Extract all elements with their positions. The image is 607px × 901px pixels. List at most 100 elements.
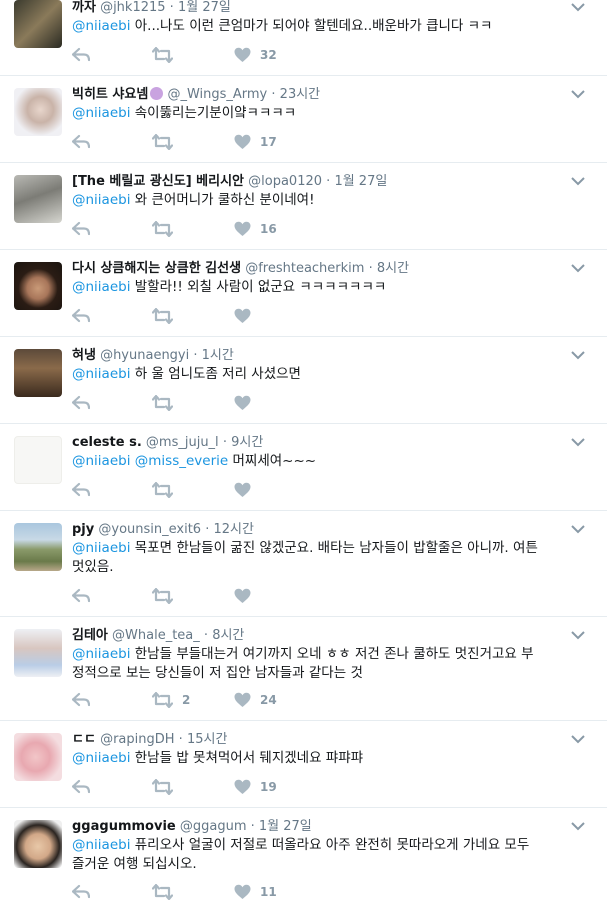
like-button[interactable]: 16 (234, 220, 277, 238)
timestamp[interactable]: 1시간 (202, 348, 234, 363)
mention-link[interactable]: @niiaebi (72, 366, 130, 382)
timestamp[interactable]: 1월 27일 (334, 174, 387, 189)
mention-link[interactable]: @niiaebi (72, 105, 130, 121)
chevron-down-icon[interactable] (571, 350, 585, 360)
avatar[interactable] (14, 733, 62, 781)
mention-link[interactable]: @niiaebi (72, 540, 130, 556)
display-name[interactable]: pjy (72, 522, 94, 537)
user-handle[interactable]: @freshteacherkim (245, 261, 364, 276)
timestamp[interactable]: 8시간 (212, 628, 244, 643)
user-handle[interactable]: @lopa0120 (248, 174, 322, 189)
chevron-down-icon[interactable] (571, 176, 585, 186)
retweet-button[interactable] (152, 394, 182, 412)
tweet[interactable]: ggagummovie @ggagum · 1월 27일 @niiaebi 퓨리… (0, 808, 607, 901)
reply-button[interactable] (72, 394, 90, 412)
timestamp[interactable]: 9시간 (231, 435, 263, 450)
reply-button[interactable] (72, 691, 90, 709)
tweet[interactable]: [The 베릴교 광신도] 베리시안 @lopa0120 · 1월 27일 @n… (0, 163, 607, 250)
retweet-button[interactable] (152, 46, 182, 64)
reply-button[interactable] (72, 133, 90, 151)
tweet[interactable]: celeste s. @ms_juju_l · 9시간 @niiaebi @mi… (0, 424, 607, 511)
user-handle[interactable]: @ggagum (180, 819, 247, 834)
display-name[interactable]: 혀냉 (72, 348, 96, 363)
user-handle[interactable]: @younsin_exit6 (98, 522, 201, 537)
user-handle[interactable]: @ms_juju_l (146, 435, 219, 450)
avatar[interactable] (14, 88, 62, 136)
chevron-down-icon[interactable] (571, 2, 585, 12)
retweet-button[interactable] (152, 133, 182, 151)
like-button[interactable] (234, 481, 260, 499)
display-name[interactable]: 빅히트 샤요넴 (72, 87, 148, 102)
timestamp[interactable]: 15시간 (187, 732, 227, 747)
chevron-down-icon[interactable] (571, 734, 585, 744)
mention-link[interactable]: @niiaebi (72, 192, 130, 208)
mention-link[interactable]: @niiaebi (72, 837, 130, 853)
timestamp[interactable]: 12시간 (214, 522, 254, 537)
timestamp[interactable]: 1월 27일 (178, 0, 231, 15)
avatar[interactable] (14, 175, 62, 223)
tweet[interactable]: 김테아 @Whale_tea_ · 8시간 @niiaebi 한남들 부들대는거… (0, 617, 607, 721)
retweet-button[interactable] (152, 778, 182, 796)
like-button[interactable] (234, 307, 260, 325)
reply-button[interactable] (72, 587, 90, 605)
like-button[interactable]: 32 (234, 46, 277, 64)
display-name[interactable]: 김테아 (72, 628, 108, 643)
mention-link[interactable]: @niiaebi (72, 18, 130, 34)
timestamp[interactable]: 1월 27일 (259, 819, 312, 834)
retweet-button[interactable] (152, 220, 182, 238)
reply-button[interactable] (72, 778, 90, 796)
mention-link[interactable]: @niiaebi (72, 646, 130, 662)
chevron-down-icon[interactable] (571, 89, 585, 99)
mention-link[interactable]: @niiaebi (72, 453, 130, 469)
display-name[interactable]: celeste s. (72, 435, 142, 450)
like-button[interactable]: 24 (234, 691, 277, 709)
tweet[interactable]: 다시 상큼해지는 상큼한 김선생 @freshteacherkim · 8시간 … (0, 250, 607, 337)
like-button[interactable]: 19 (234, 778, 277, 796)
timestamp[interactable]: 8시간 (377, 261, 409, 276)
tweet[interactable]: ㄷㄷ @rapingDH · 15시간 @niiaebi 한남들 밥 못쳐먹어서… (0, 721, 607, 808)
display-name[interactable]: 까자 (72, 0, 96, 15)
retweet-button[interactable]: 2 (152, 691, 190, 709)
mention-link[interactable]: @niiaebi (72, 750, 130, 766)
reply-button[interactable] (72, 307, 90, 325)
like-button[interactable]: 11 (234, 883, 277, 901)
retweet-button[interactable] (152, 481, 182, 499)
chevron-down-icon[interactable] (571, 263, 585, 273)
retweet-button[interactable] (152, 883, 182, 901)
reply-button[interactable] (72, 46, 90, 64)
mention-link[interactable]: @miss_everie (135, 453, 228, 469)
avatar[interactable] (14, 349, 62, 397)
chevron-down-icon[interactable] (571, 821, 585, 831)
display-name[interactable]: ㄷㄷ (72, 732, 96, 747)
chevron-down-icon[interactable] (571, 630, 585, 640)
display-name[interactable]: [The 베릴교 광신도] 베리시안 (72, 174, 244, 189)
like-button[interactable] (234, 394, 260, 412)
user-handle[interactable]: @rapingDH (100, 732, 174, 747)
retweet-button[interactable] (152, 587, 182, 605)
mention-link[interactable]: @niiaebi (72, 279, 130, 295)
timestamp[interactable]: 23시간 (280, 87, 320, 102)
display-name[interactable]: ggagummovie (72, 819, 176, 834)
avatar[interactable] (14, 0, 62, 48)
user-handle[interactable]: @jhk1215 (100, 0, 165, 15)
reply-button[interactable] (72, 883, 90, 901)
chevron-down-icon[interactable] (571, 524, 585, 534)
chevron-down-icon[interactable] (571, 437, 585, 447)
user-handle[interactable]: @Whale_tea_ (112, 628, 200, 643)
reply-button[interactable] (72, 481, 90, 499)
reply-button[interactable] (72, 220, 90, 238)
avatar[interactable] (14, 629, 62, 677)
user-handle[interactable]: @_Wings_Army (167, 87, 267, 102)
avatar[interactable] (14, 436, 62, 484)
avatar[interactable] (14, 262, 62, 310)
avatar[interactable] (14, 523, 62, 571)
avatar[interactable] (14, 820, 62, 868)
tweet[interactable]: 혀냉 @hyunaengyi · 1시간 @niiaebi 하 울 엄니도좀 저… (0, 337, 607, 424)
tweet[interactable]: pjy @younsin_exit6 · 12시간 @niiaebi 목포면 한… (0, 511, 607, 617)
tweet[interactable]: 까자 @jhk1215 · 1월 27일 @niiaebi 아...나도 이런 … (0, 0, 607, 76)
like-button[interactable]: 17 (234, 133, 277, 151)
display-name[interactable]: 다시 상큼해지는 상큼한 김선생 (72, 261, 241, 276)
retweet-button[interactable] (152, 307, 182, 325)
like-button[interactable] (234, 587, 260, 605)
tweet[interactable]: 빅히트 샤요넴 @_Wings_Army · 23시간 @niiaebi 속이뚫… (0, 76, 607, 163)
